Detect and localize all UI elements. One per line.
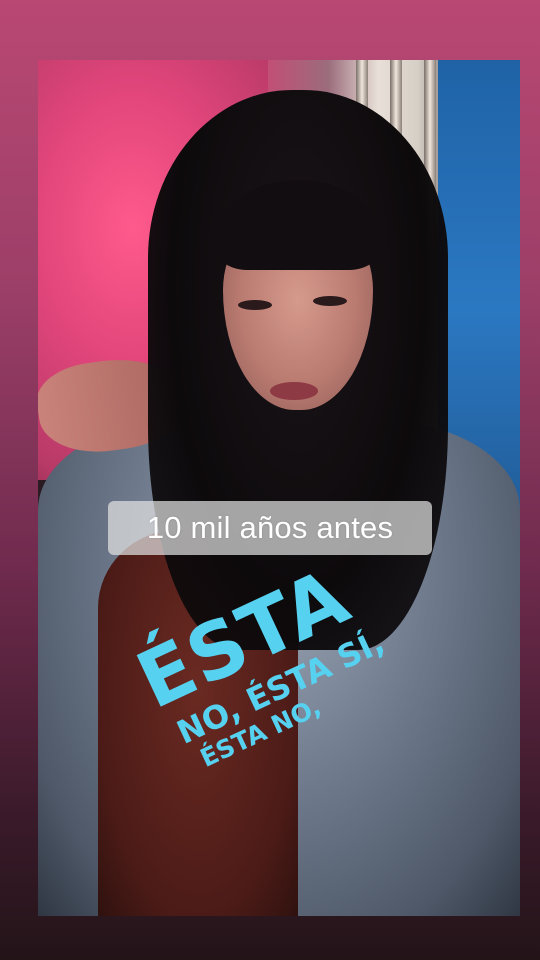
story-video-frame[interactable] — [38, 60, 520, 916]
person-lips — [270, 382, 318, 400]
person-eye — [238, 300, 272, 310]
person-eye — [313, 296, 347, 306]
